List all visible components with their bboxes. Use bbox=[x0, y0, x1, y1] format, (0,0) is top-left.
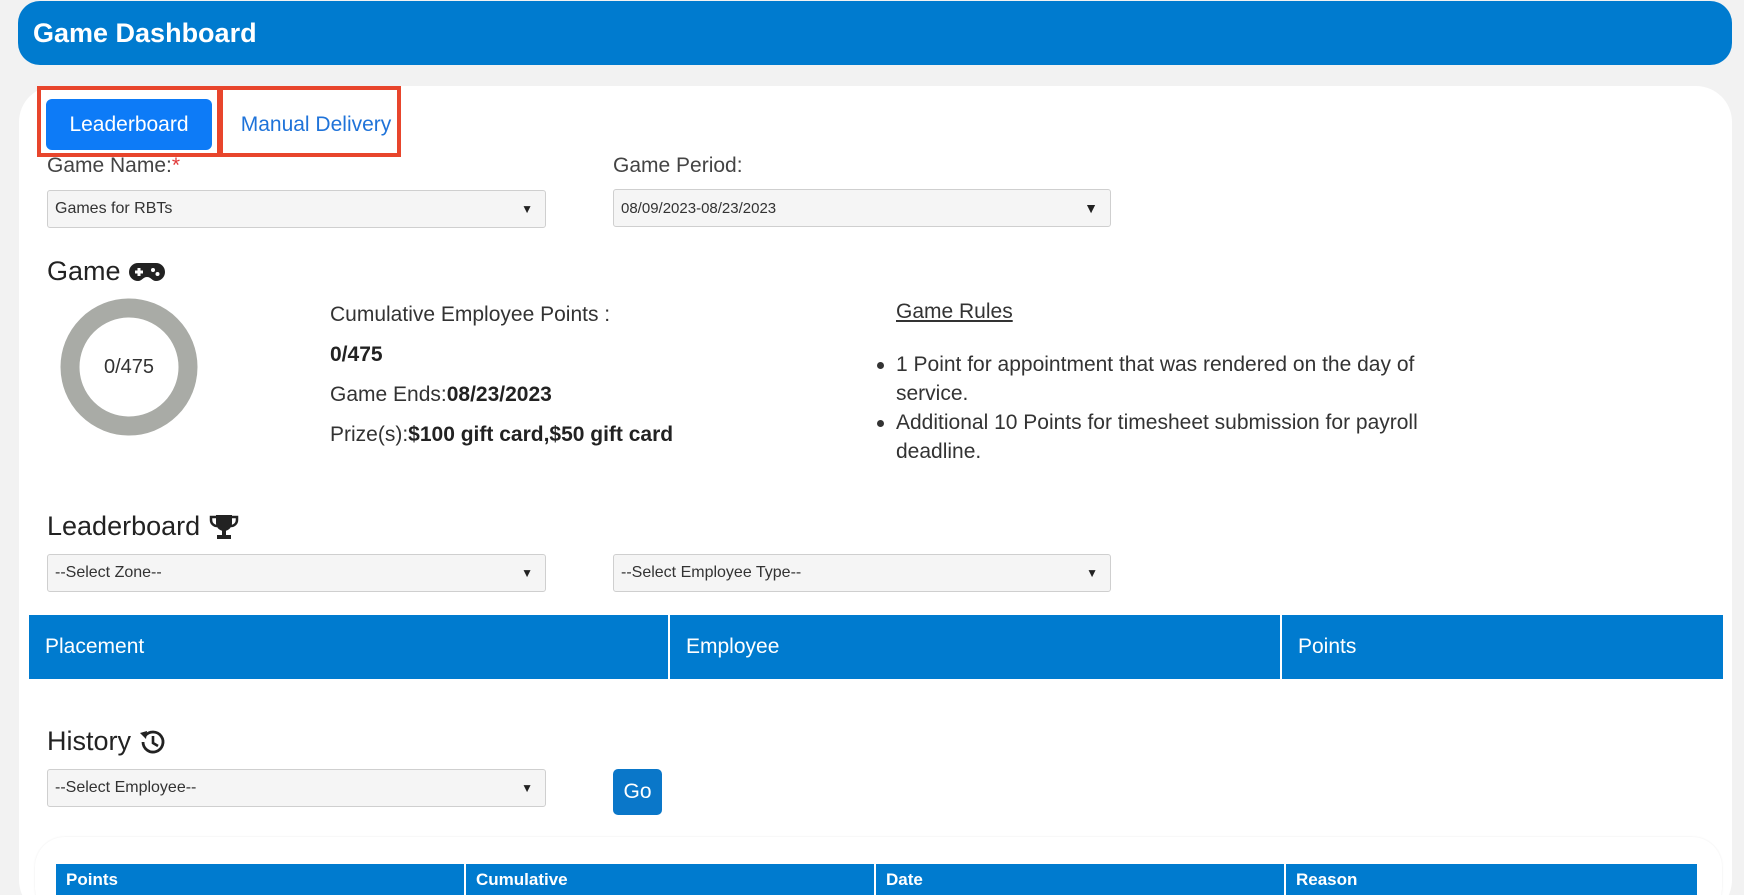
donut-label: 0/475 bbox=[103, 355, 155, 378]
chevron-down-icon: ▼ bbox=[1084, 200, 1098, 216]
game-ends-label: Game Ends: bbox=[330, 383, 447, 406]
page-title: Game Dashboard bbox=[33, 17, 257, 48]
prizes-label: Prize(s): bbox=[330, 423, 409, 446]
chevron-down-icon: ▼ bbox=[521, 781, 533, 795]
history-table-header: Points Cumulative Date Reason bbox=[56, 864, 1697, 895]
trophy-icon bbox=[209, 514, 239, 539]
tab-manual-delivery[interactable]: Manual Delivery bbox=[226, 99, 406, 150]
required-marker: * bbox=[171, 154, 181, 177]
game-name-select[interactable]: Games for RBTs ▼ bbox=[47, 190, 546, 228]
prizes: Prize(s):$100 gift card,$50 gift card bbox=[330, 423, 673, 447]
game-rules-list: 1 Point for appointment that was rendere… bbox=[877, 350, 1426, 466]
history-employee-select[interactable]: --Select Employee-- ▼ bbox=[47, 769, 546, 807]
game-heading: Game bbox=[47, 256, 165, 287]
column-header-placement[interactable]: Placement bbox=[29, 615, 670, 679]
cumulative-value-text: 0/475 bbox=[330, 343, 383, 366]
zone-placeholder: --Select Zone-- bbox=[55, 564, 162, 581]
history-icon bbox=[140, 730, 165, 753]
game-ends: Game Ends:08/23/2023 bbox=[330, 383, 552, 407]
game-period-value: 08/09/2023-08/23/2023 bbox=[621, 199, 777, 217]
column-header-points[interactable]: Points bbox=[1282, 615, 1723, 679]
cumulative-label: Cumulative Employee Points : bbox=[330, 303, 611, 326]
game-ends-value: 08/23/2023 bbox=[446, 383, 552, 406]
game-heading-text: Game bbox=[47, 256, 121, 286]
leaderboard-heading-text: Leaderboard bbox=[47, 511, 201, 541]
column-header-date[interactable]: Date bbox=[876, 864, 1286, 895]
column-header-cumulative[interactable]: Cumulative bbox=[466, 864, 876, 895]
game-period-label: Game Period: bbox=[613, 154, 743, 177]
page-header: Game Dashboard bbox=[18, 1, 1732, 65]
chevron-down-icon: ▼ bbox=[521, 202, 533, 216]
zone-select[interactable]: --Select Zone-- ▼ bbox=[47, 554, 546, 592]
history-employee-placeholder: --Select Employee-- bbox=[55, 779, 197, 796]
tab-leaderboard[interactable]: Leaderboard bbox=[46, 99, 212, 150]
rule-item: 1 Point for appointment that was rendere… bbox=[877, 350, 1426, 408]
history-heading: History bbox=[47, 726, 167, 757]
game-name-value: Games for RBTs bbox=[55, 200, 173, 217]
column-header-points[interactable]: Points bbox=[56, 864, 466, 895]
column-header-employee[interactable]: Employee bbox=[670, 615, 1282, 679]
rule-item: Additional 10 Points for timesheet submi… bbox=[877, 408, 1426, 466]
game-name-label-text: Game Name: bbox=[47, 154, 172, 177]
leaderboard-heading: Leaderboard bbox=[47, 511, 240, 542]
chevron-down-icon: ▼ bbox=[521, 566, 533, 580]
employee-type-select[interactable]: --Select Employee Type-- ▼ bbox=[613, 554, 1111, 592]
history-heading-text: History bbox=[47, 726, 132, 756]
prizes-value: $100 gift card,$50 gift card bbox=[408, 423, 674, 446]
game-name-label: Game Name:* bbox=[47, 154, 180, 178]
cumulative-value: 0/475 bbox=[330, 343, 383, 367]
game-period-select[interactable]: 08/09/2023-08/23/2023 ▼ bbox=[613, 189, 1111, 227]
employee-type-placeholder: --Select Employee Type-- bbox=[621, 564, 802, 581]
chevron-down-icon: ▼ bbox=[1086, 566, 1098, 580]
gamepad-icon bbox=[128, 262, 165, 281]
go-button[interactable]: Go bbox=[613, 769, 662, 815]
leaderboard-table-header: Placement Employee Points bbox=[29, 615, 1723, 679]
game-rules-link[interactable]: Game Rules bbox=[896, 300, 1013, 324]
column-header-reason[interactable]: Reason bbox=[1286, 864, 1697, 895]
